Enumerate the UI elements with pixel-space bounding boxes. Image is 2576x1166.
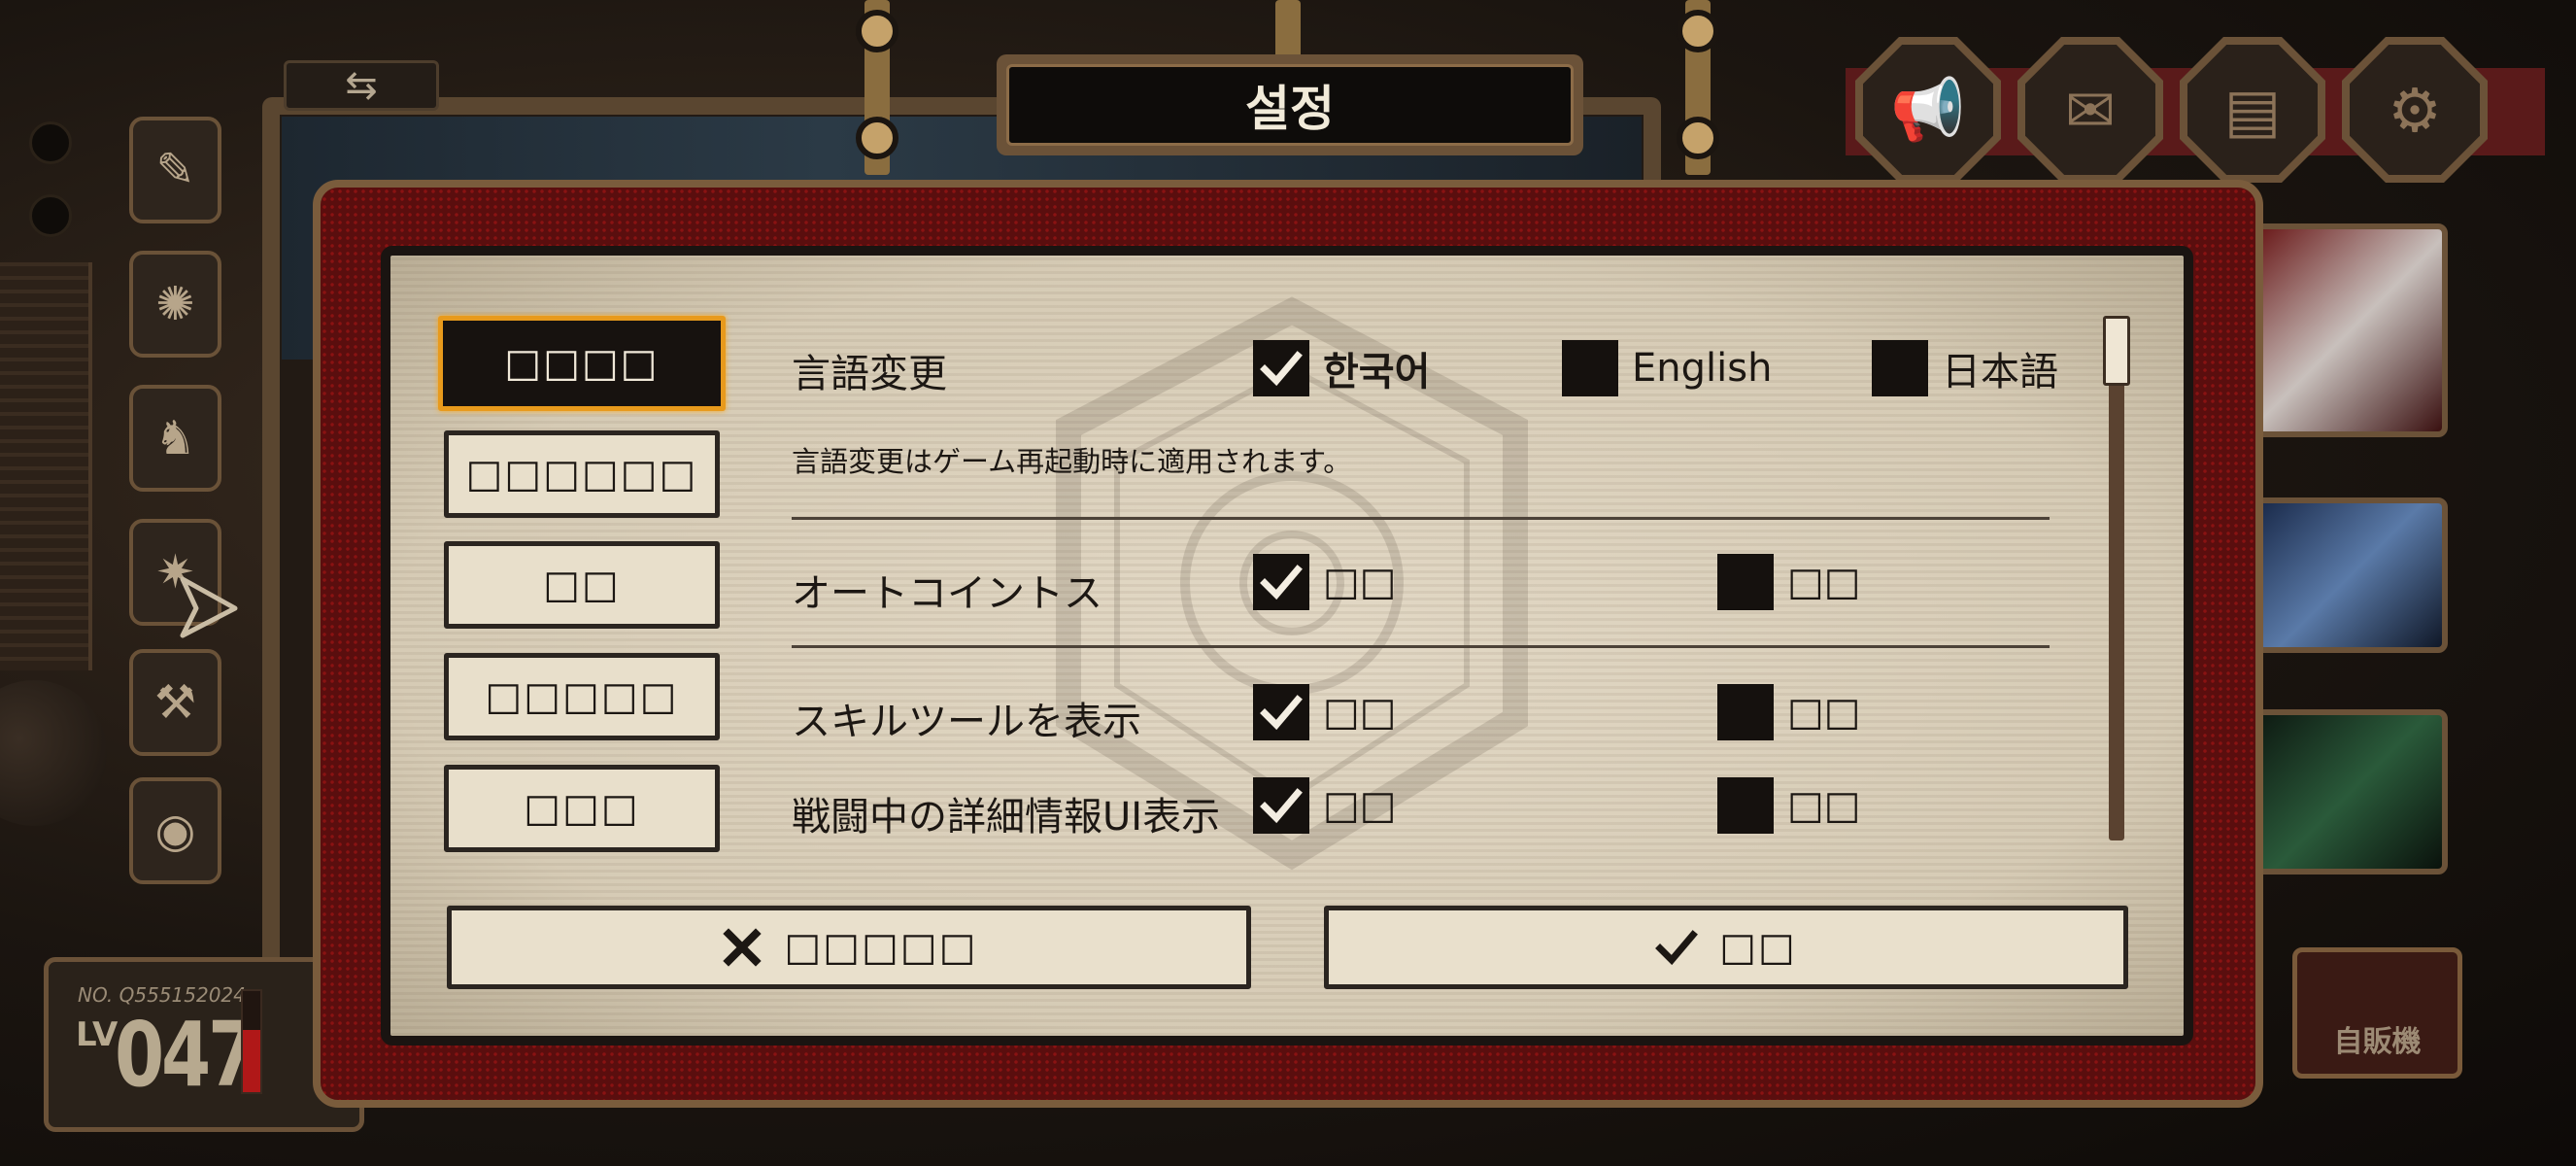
option-label: 日本語 [1942, 350, 2058, 394]
side-menu-item[interactable]: ⚒ [129, 649, 221, 756]
checkmark-icon [1655, 930, 1699, 966]
option-label: 한국어 [1323, 350, 1431, 394]
side-menu-item[interactable]: ✺ [129, 251, 221, 358]
battle-detail-setting-label: 戦闘中の詳細情報UI表示 [792, 795, 1221, 840]
language-setting-label: 言語変更 [792, 352, 947, 396]
option-label: English [1632, 346, 1773, 391]
exp-bar [241, 989, 262, 1094]
tab-3[interactable]: □□ [444, 541, 720, 629]
option-label: □□ [1787, 783, 1861, 828]
character-card[interactable] [2254, 223, 2448, 437]
skill-tool-off-option[interactable]: □□ [1717, 684, 1861, 740]
checkmark-icon [1260, 788, 1303, 824]
dragon-icon: ♞ [153, 411, 197, 465]
bolt-decor [29, 121, 72, 164]
auto-toss-setting-label: オートコイントス [792, 571, 1102, 616]
checkmark-icon [1260, 351, 1303, 387]
checkbox-unchecked[interactable] [1872, 340, 1928, 396]
pipe-knob-decor [856, 117, 898, 159]
scrollbar-thumb[interactable] [2103, 316, 2130, 386]
tab-4[interactable]: □□□□□ [444, 653, 720, 740]
tab-language[interactable]: □□□□ [438, 316, 726, 411]
megaphone-icon: 📢 [1890, 74, 1966, 145]
pointer-arrow-icon[interactable] [175, 573, 243, 641]
settings-button[interactable]: ⚙ [2342, 37, 2488, 183]
dialog-title: 설정 [1006, 64, 1574, 146]
skill-tool-setting-label: スキルツールを表示 [792, 700, 1141, 744]
player-level: 047 [115, 1003, 257, 1107]
tab-2[interactable]: □□□□□□ [444, 430, 720, 518]
side-menu-item[interactable]: ◉ [129, 777, 221, 884]
eye-icon: ◉ [154, 804, 196, 858]
gear-icon: ⚙ [2388, 74, 2442, 146]
option-label: □□ [1323, 690, 1397, 735]
side-menu-item[interactable]: ✎ [129, 117, 221, 223]
wrench-icon: ⚒ [153, 675, 197, 730]
checkbox-checked[interactable] [1253, 554, 1309, 610]
pipe-knob-decor [1677, 117, 1719, 159]
checkbox-checked[interactable] [1253, 684, 1309, 740]
swap-arrows-icon: ⇆ [345, 63, 378, 108]
option-label: □□ [1787, 690, 1861, 735]
divider [792, 517, 2050, 520]
chest-icon: ▤ [2223, 74, 2282, 146]
checkbox-unchecked[interactable] [1717, 554, 1774, 610]
auto-toss-on-option[interactable]: □□ [1253, 554, 1397, 610]
pipe-knob-decor [856, 10, 898, 52]
divider [792, 645, 2050, 648]
pipe-decor [1275, 0, 1301, 58]
feather-icon: ✎ [155, 143, 195, 197]
checkbox-unchecked[interactable] [1717, 684, 1774, 740]
checkbox-unchecked[interactable] [1717, 777, 1774, 834]
skill-tool-on-option[interactable]: □□ [1253, 684, 1397, 740]
option-label: □□ [1787, 560, 1861, 604]
pipe-knob-decor [1677, 10, 1719, 52]
mail-button[interactable]: ✉ [2017, 37, 2163, 183]
vending-label: 自販機 [2333, 1025, 2422, 1059]
level-label: LV [76, 1015, 119, 1054]
checkbox-checked[interactable] [1253, 777, 1309, 834]
language-option-korean[interactable]: 한국어 [1253, 340, 1430, 396]
left-vent-panel [0, 262, 92, 670]
option-label: □□ [1323, 560, 1397, 604]
cancel-button[interactable]: □□□□□ [447, 906, 1251, 989]
mail-icon: ✉ [2065, 74, 2116, 146]
cancel-label: □□□□□ [784, 925, 978, 970]
language-restart-note: 言語変更はゲーム再起動時に適用されます。 [792, 445, 1352, 478]
scrollbar-track[interactable] [2109, 316, 2124, 840]
side-menu-item[interactable]: ♞ [129, 385, 221, 492]
dialog-title-plate: 설정 [997, 54, 1583, 155]
language-option-english[interactable]: English [1562, 340, 1772, 396]
tab-5[interactable]: □□□ [444, 765, 720, 852]
auto-toss-off-option[interactable]: □□ [1717, 554, 1861, 610]
confirm-button[interactable]: □□ [1324, 906, 2128, 989]
battle-detail-on-option[interactable]: □□ [1253, 777, 1397, 834]
language-option-japanese[interactable]: 日本語 [1872, 340, 2058, 396]
bolt-decor [29, 194, 72, 237]
checkmark-icon [1260, 695, 1303, 731]
character-card[interactable] [2254, 497, 2448, 653]
vending-machine-button[interactable]: 自販機 [2292, 947, 2462, 1079]
option-label: □□ [1323, 783, 1397, 828]
checkbox-unchecked[interactable] [1562, 340, 1618, 396]
battle-detail-off-option[interactable]: □□ [1717, 777, 1861, 834]
announcement-button[interactable]: 📢 [1855, 37, 2001, 183]
confirm-label: □□ [1719, 925, 1797, 970]
checkmark-icon [1260, 565, 1303, 600]
close-icon [722, 928, 762, 967]
swap-button[interactable]: ⇆ [284, 60, 439, 111]
character-card[interactable] [2254, 709, 2448, 874]
checkbox-checked[interactable] [1253, 340, 1309, 396]
exp-bar-fill [243, 1029, 260, 1092]
storage-button[interactable]: ▤ [2180, 37, 2325, 183]
emblem-icon: ✺ [155, 277, 195, 331]
